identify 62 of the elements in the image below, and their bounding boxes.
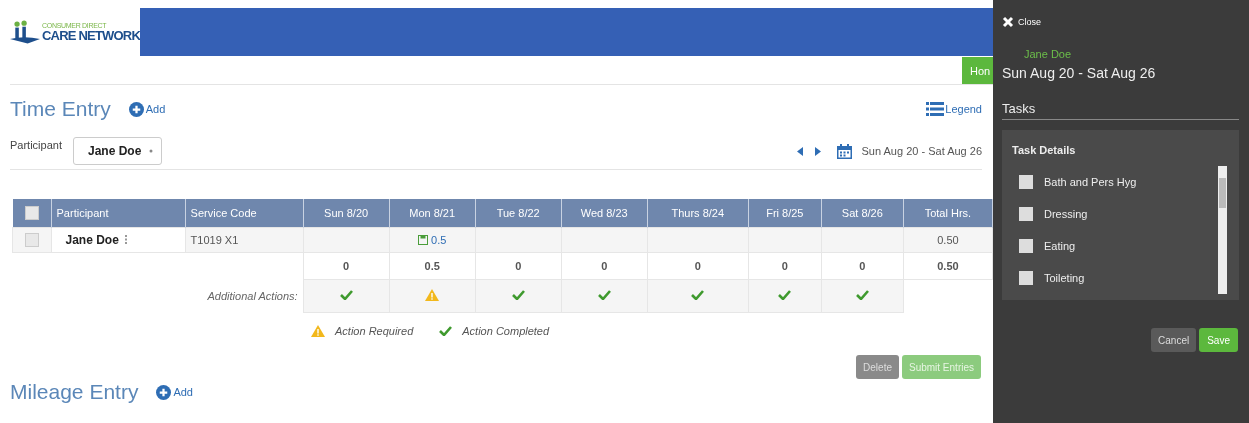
task-checkbox[interactable] xyxy=(1019,271,1033,285)
task-label: Eating xyxy=(1044,240,1076,252)
total-cell: 0 xyxy=(821,252,904,280)
column-header: Tue 8/22 xyxy=(475,199,562,228)
column-header: Mon 8/21 xyxy=(389,199,476,228)
participant-name: Jane Doe xyxy=(65,233,119,247)
week-range: Sun Aug 20 - Sat Aug 26 xyxy=(1002,65,1157,81)
task-checkbox[interactable] xyxy=(1019,239,1033,253)
total-cell: 0 xyxy=(647,252,749,280)
grand-total-cell: 0.50 xyxy=(903,252,993,280)
next-icon[interactable] xyxy=(814,146,821,156)
logo-icon xyxy=(10,18,40,46)
plus-circle-icon xyxy=(156,384,172,400)
participant-label: Participant xyxy=(10,139,62,151)
legend-label: Action Required xyxy=(335,325,414,337)
section-title: Time Entry xyxy=(10,97,111,121)
total-cell: 0.5 xyxy=(389,252,476,280)
tasks-heading: Tasks xyxy=(1002,101,1239,120)
calendar-icon[interactable] xyxy=(836,143,852,159)
plus-circle-icon xyxy=(128,101,144,117)
add-link[interactable]: Add xyxy=(156,384,193,400)
logo-wordmark: CARE NETWORK xyxy=(42,29,140,42)
select-all-checkbox[interactable] xyxy=(24,206,39,221)
column-header: Sun 8/20 xyxy=(303,199,390,228)
time-entry-link[interactable]: 0.5 xyxy=(418,233,447,246)
caret-icon xyxy=(149,149,154,153)
column-header: Wed 8/23 xyxy=(561,199,648,228)
close-icon xyxy=(1002,16,1014,28)
table-cell: T1019 X1 xyxy=(185,227,304,253)
previous-icon[interactable] xyxy=(796,146,803,156)
total-cell: 0 xyxy=(475,252,562,280)
close-button[interactable]: Close xyxy=(1002,16,1239,28)
column-header: Service Code xyxy=(185,199,304,228)
task-checkbox[interactable] xyxy=(1019,207,1033,221)
task-checkbox[interactable] xyxy=(1019,175,1033,189)
legend-link[interactable]: Legend xyxy=(926,102,982,116)
row-checkbox[interactable] xyxy=(24,233,39,248)
task-details-title: Task Details xyxy=(1012,144,1077,156)
column-header: Thurs 8/24 xyxy=(647,199,749,228)
total-cell: 0 xyxy=(303,252,390,280)
scrollbar[interactable] xyxy=(1218,166,1227,294)
cancel-button[interactable]: Cancel xyxy=(1151,328,1197,352)
legend-label: Action Completed xyxy=(462,325,550,337)
add-link[interactable]: Add xyxy=(128,101,166,117)
more-icon[interactable] xyxy=(124,235,127,244)
list-icon xyxy=(926,102,945,116)
column-header: Total Hrs. xyxy=(903,199,993,228)
column-header: Fri 8/25 xyxy=(748,199,822,228)
column-header: Sat 8/26 xyxy=(821,199,904,228)
task-label: Bath and Pers Hyg xyxy=(1044,176,1137,188)
table-cell: 0.50 xyxy=(903,227,993,253)
column-header: Participant xyxy=(51,199,186,228)
task-label: Dressing xyxy=(1044,208,1088,220)
participant-name: Jane Doe xyxy=(1024,48,1073,60)
actions-label: Additional Actions: xyxy=(207,290,298,302)
week-range: Sun Aug 20 - Sat Aug 26 xyxy=(861,145,982,157)
save-icon xyxy=(418,234,428,245)
total-cell: 0 xyxy=(748,252,822,280)
participant-select[interactable]: Jane Doe xyxy=(73,137,163,165)
section-title: Mileage Entry xyxy=(10,380,139,404)
total-cell: 0 xyxy=(561,252,648,280)
task-label: Toileting xyxy=(1044,272,1085,284)
